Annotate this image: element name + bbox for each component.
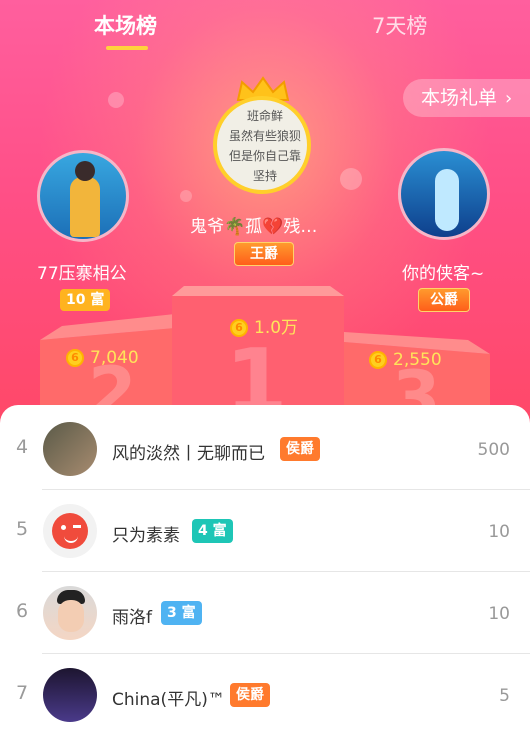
second-place-score: 6 7,040 <box>66 348 139 368</box>
ranking-list: 4 风的淡然丨无聊而已 侯爵 500 5 只为素素 4 富 10 6 雨洛f 3… <box>0 405 530 725</box>
contribution-value: 10 <box>488 522 510 542</box>
user-name: 雨洛f <box>112 608 152 628</box>
coin-icon: 6 <box>369 351 387 369</box>
avatar[interactable] <box>43 422 97 476</box>
avatar[interactable] <box>43 504 97 558</box>
user-name: 风的淡然丨无聊而已 <box>112 444 265 464</box>
rank-number: 5 <box>15 518 29 540</box>
coin-icon: 6 <box>230 319 248 337</box>
first-place-score-value: 1.0万 <box>254 318 299 338</box>
contribution-value: 5 <box>499 686 510 706</box>
third-place-score: 6 2,550 <box>369 350 442 370</box>
rank-number: 7 <box>15 682 29 704</box>
avatar[interactable] <box>43 668 97 722</box>
user-name: China(平凡)™ <box>112 690 225 710</box>
list-item[interactable]: 6 雨洛f 3 富 10 <box>0 572 530 654</box>
second-place-score-value: 7,040 <box>90 348 139 368</box>
noble-badge: 侯爵 <box>280 437 320 461</box>
rich-badge: 4 富 <box>192 519 233 543</box>
first-place-score: 6 1.0万 <box>230 313 298 338</box>
contribution-value: 500 <box>477 440 510 460</box>
list-item[interactable]: 7 China(平凡)™ 侯爵 5 <box>0 654 530 736</box>
rank-number: 4 <box>15 436 29 458</box>
contribution-value: 10 <box>488 604 510 624</box>
leaderboard-hero: 本场榜 7天榜 本场礼单 › 班命鲜 虽然有些狼狈 但是你自己靠 坚持 鬼爷🌴孤💔… <box>0 0 530 440</box>
rank-number: 6 <box>15 600 29 622</box>
noble-badge: 侯爵 <box>230 683 270 707</box>
user-name: 只为素素 <box>112 526 180 546</box>
rich-badge: 3 富 <box>161 601 202 625</box>
list-item[interactable]: 4 风的淡然丨无聊而已 侯爵 500 <box>0 408 530 490</box>
coin-icon: 6 <box>66 349 84 367</box>
third-place-score-value: 2,550 <box>393 350 442 370</box>
list-item[interactable]: 5 只为素素 4 富 10 <box>0 490 530 572</box>
avatar[interactable] <box>43 586 97 640</box>
